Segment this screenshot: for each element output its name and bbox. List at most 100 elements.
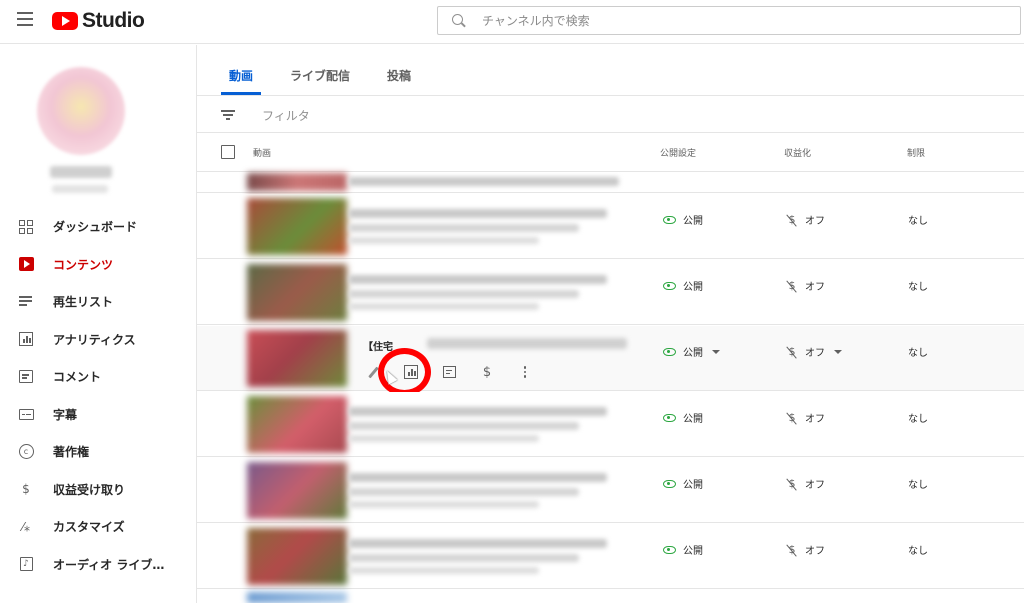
video-title-blurred	[349, 407, 607, 416]
video-title-blurred	[349, 473, 607, 482]
content-tabs: 動画 ライブ配信 投稿	[197, 45, 1024, 96]
youtube-logo-icon	[52, 12, 78, 30]
restrictions-cell: なし	[908, 216, 928, 227]
magic-wand-icon: ⁄⁎	[21, 519, 30, 534]
monetization-icon[interactable]: $	[474, 359, 500, 385]
column-header-video: 動画	[253, 149, 272, 159]
table-header: 動画 公開設定 収益化 制限	[197, 134, 1024, 172]
monetization-cell[interactable]: $ オフ	[786, 410, 826, 425]
column-header-restrictions[interactable]: 制限	[907, 146, 925, 159]
video-description-blurred	[349, 224, 579, 232]
column-header-monetization[interactable]: 収益化	[784, 146, 811, 159]
sidebar-item-label: 字幕	[53, 407, 78, 422]
monetization-value: オフ	[805, 414, 825, 425]
top-bar: Studio	[0, 0, 1024, 44]
filter-icon[interactable]	[221, 110, 235, 120]
video-description-blurred	[349, 554, 579, 562]
video-thumbnail[interactable]	[247, 396, 347, 453]
monetization-cell[interactable]: $ オフ	[786, 278, 826, 293]
visibility-dropdown-icon[interactable]	[712, 349, 720, 354]
sidebar-item-label: 収益受け取り	[53, 482, 126, 497]
sidebar-item-label: コメント	[53, 370, 102, 385]
sidebar-item-dashboard[interactable]: ダッシュボード	[0, 208, 196, 246]
search-box[interactable]	[437, 6, 1021, 35]
video-thumbnail[interactable]	[247, 330, 347, 387]
visibility-cell[interactable]: 公開	[663, 344, 720, 359]
table-row[interactable]: 公開 $ オフ なし	[197, 260, 1024, 325]
tab-videos[interactable]: 動画	[229, 67, 253, 84]
video-thumbnail[interactable]	[247, 264, 347, 321]
eye-icon	[663, 545, 676, 554]
sidebar-item-copyright[interactable]: c 著作権	[0, 433, 196, 471]
dollar-icon: $	[22, 482, 30, 497]
table-row-hovered[interactable]: 【住宅 $ 公開 $ オフ なし	[197, 326, 1024, 396]
video-thumbnail[interactable]	[247, 528, 347, 585]
visibility-cell[interactable]: 公開	[663, 476, 703, 491]
monetization-off-icon: $	[786, 543, 798, 556]
column-header-visibility[interactable]: 公開設定	[660, 146, 696, 159]
menu-icon[interactable]	[17, 12, 33, 26]
visibility-cell[interactable]: 公開	[663, 410, 703, 425]
table-row[interactable]	[197, 173, 1024, 193]
sidebar-item-label: カスタマイズ	[53, 520, 125, 535]
visibility-cell[interactable]: 公開	[663, 542, 703, 557]
filter-input[interactable]: フィルタ	[262, 107, 310, 124]
visibility-cell[interactable]: 公開	[663, 212, 703, 227]
visibility-cell[interactable]: 公開	[663, 278, 703, 293]
monetization-cell[interactable]: $ オフ	[786, 344, 842, 359]
sidebar-item-earn[interactable]: $ 収益受け取り	[0, 471, 196, 509]
visibility-value: 公開	[683, 216, 703, 227]
more-options-icon[interactable]	[512, 359, 538, 385]
video-meta-blurred	[349, 501, 539, 508]
video-thumbnail[interactable]	[247, 462, 347, 519]
filter-bar[interactable]: フィルタ	[197, 96, 1024, 133]
tab-posts[interactable]: 投稿	[387, 67, 411, 84]
video-meta-blurred	[349, 237, 539, 244]
video-thumbnail[interactable]	[247, 173, 347, 191]
visibility-value: 公開	[683, 480, 703, 491]
subtitles-icon	[18, 406, 34, 422]
sidebar-nav: ダッシュボード コンテンツ 再生リスト アナリティクス コメント 字幕 c 著作…	[0, 208, 196, 583]
sidebar-item-subtitles[interactable]: 字幕	[0, 396, 196, 434]
comments-icon[interactable]	[436, 359, 462, 385]
sidebar-item-content[interactable]: コンテンツ	[0, 246, 196, 284]
channel-subtitle-blurred	[52, 185, 108, 193]
search-input[interactable]	[482, 13, 982, 28]
video-thumbnail[interactable]	[247, 198, 347, 255]
sidebar-item-analytics[interactable]: アナリティクス	[0, 321, 196, 359]
sidebar-item-label: コンテンツ	[53, 257, 114, 272]
search-icon	[452, 13, 466, 28]
sidebar-item-playlists[interactable]: 再生リスト	[0, 283, 196, 321]
table-row[interactable]: 公開 $ オフ なし	[197, 458, 1024, 523]
video-thumbnail[interactable]	[247, 592, 347, 603]
monetization-cell[interactable]: $ オフ	[786, 212, 826, 227]
monetization-cell[interactable]: $ オフ	[786, 542, 826, 557]
video-title-blurred	[427, 338, 627, 349]
playlist-icon	[18, 294, 34, 310]
monetization-value: オフ	[805, 282, 825, 293]
monetization-dropdown-icon[interactable]	[834, 349, 842, 354]
tab-live[interactable]: ライブ配信	[290, 67, 350, 84]
video-meta-blurred	[349, 303, 539, 310]
monetization-cell[interactable]: $ オフ	[786, 476, 826, 491]
sidebar-item-customize[interactable]: ⁄⁎ カスタマイズ	[0, 508, 196, 546]
video-title[interactable]: 【住宅	[363, 338, 393, 353]
monetization-off-icon: $	[786, 213, 798, 226]
analytics-icon[interactable]	[398, 359, 424, 385]
monetization-off-icon: $	[786, 411, 798, 424]
restrictions-cell: なし	[908, 480, 928, 491]
select-all-checkbox[interactable]	[221, 145, 235, 159]
channel-avatar[interactable]	[37, 67, 125, 155]
table-row[interactable]: 公開 $ オフ なし	[197, 194, 1024, 259]
logo-text: Studio	[82, 9, 145, 32]
table-row[interactable]	[197, 590, 1024, 603]
monetization-value: オフ	[805, 546, 825, 557]
sidebar-item-audio-library[interactable]: ♪ オーディオ ライブ…	[0, 546, 196, 584]
monetization-off-icon: $	[786, 279, 798, 292]
video-title-blurred	[349, 177, 619, 186]
table-row[interactable]: 公開 $ オフ なし	[197, 392, 1024, 457]
sidebar-item-comments[interactable]: コメント	[0, 358, 196, 396]
studio-logo[interactable]: Studio	[52, 9, 145, 33]
table-row[interactable]: 公開 $ オフ なし	[197, 524, 1024, 589]
restrictions-cell: なし	[908, 546, 928, 557]
